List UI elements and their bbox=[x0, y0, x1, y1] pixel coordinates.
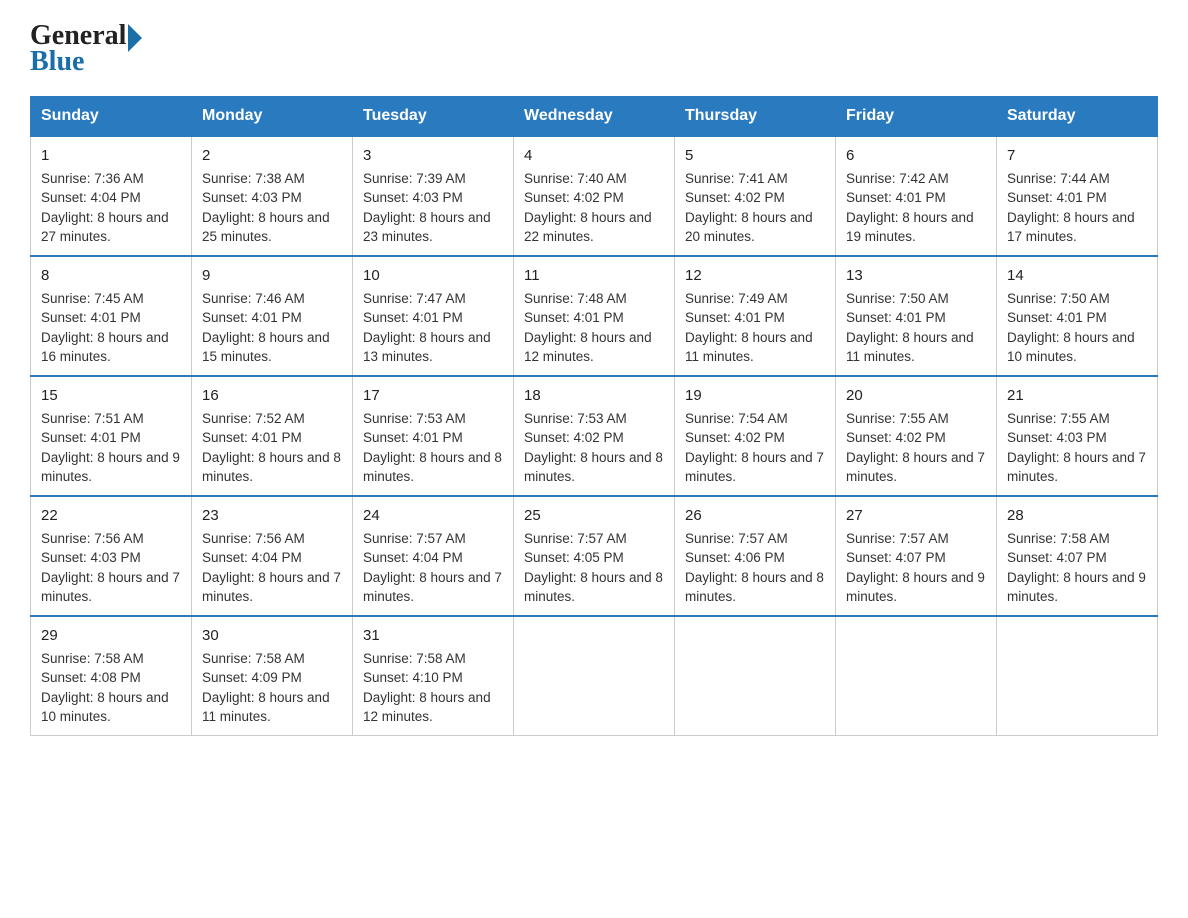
calendar-day-cell: 29Sunrise: 7:58 AMSunset: 4:08 PMDayligh… bbox=[31, 616, 192, 736]
calendar-day-cell: 24Sunrise: 7:57 AMSunset: 4:04 PMDayligh… bbox=[353, 496, 514, 616]
logo-blue-text: Blue bbox=[30, 46, 142, 78]
calendar-table: SundayMondayTuesdayWednesdayThursdayFrid… bbox=[30, 96, 1158, 736]
calendar-week-row: 22Sunrise: 7:56 AMSunset: 4:03 PMDayligh… bbox=[31, 496, 1158, 616]
day-number: 31 bbox=[363, 625, 503, 647]
day-number: 17 bbox=[363, 385, 503, 407]
day-number: 10 bbox=[363, 265, 503, 287]
day-number: 18 bbox=[524, 385, 664, 407]
calendar-day-cell bbox=[514, 616, 675, 736]
day-number: 7 bbox=[1007, 145, 1147, 167]
day-number: 8 bbox=[41, 265, 181, 287]
calendar-header-row: SundayMondayTuesdayWednesdayThursdayFrid… bbox=[31, 97, 1158, 137]
calendar-day-header: Wednesday bbox=[514, 97, 675, 137]
calendar-day-header: Thursday bbox=[675, 97, 836, 137]
calendar-day-cell: 25Sunrise: 7:57 AMSunset: 4:05 PMDayligh… bbox=[514, 496, 675, 616]
calendar-day-cell bbox=[836, 616, 997, 736]
calendar-week-row: 8Sunrise: 7:45 AMSunset: 4:01 PMDaylight… bbox=[31, 256, 1158, 376]
day-number: 15 bbox=[41, 385, 181, 407]
day-number: 2 bbox=[202, 145, 342, 167]
logo: General Blue bbox=[30, 20, 142, 78]
calendar-day-cell: 28Sunrise: 7:58 AMSunset: 4:07 PMDayligh… bbox=[997, 496, 1158, 616]
calendar-week-row: 1Sunrise: 7:36 AMSunset: 4:04 PMDaylight… bbox=[31, 136, 1158, 256]
calendar-day-cell: 10Sunrise: 7:47 AMSunset: 4:01 PMDayligh… bbox=[353, 256, 514, 376]
calendar-day-cell: 13Sunrise: 7:50 AMSunset: 4:01 PMDayligh… bbox=[836, 256, 997, 376]
day-number: 12 bbox=[685, 265, 825, 287]
calendar-day-cell: 30Sunrise: 7:58 AMSunset: 4:09 PMDayligh… bbox=[192, 616, 353, 736]
calendar-day-cell: 23Sunrise: 7:56 AMSunset: 4:04 PMDayligh… bbox=[192, 496, 353, 616]
calendar-day-cell: 3Sunrise: 7:39 AMSunset: 4:03 PMDaylight… bbox=[353, 136, 514, 256]
day-number: 24 bbox=[363, 505, 503, 527]
day-number: 27 bbox=[846, 505, 986, 527]
calendar-day-cell: 8Sunrise: 7:45 AMSunset: 4:01 PMDaylight… bbox=[31, 256, 192, 376]
day-number: 23 bbox=[202, 505, 342, 527]
calendar-day-cell: 22Sunrise: 7:56 AMSunset: 4:03 PMDayligh… bbox=[31, 496, 192, 616]
calendar-week-row: 15Sunrise: 7:51 AMSunset: 4:01 PMDayligh… bbox=[31, 376, 1158, 496]
calendar-day-cell: 7Sunrise: 7:44 AMSunset: 4:01 PMDaylight… bbox=[997, 136, 1158, 256]
calendar-day-cell: 19Sunrise: 7:54 AMSunset: 4:02 PMDayligh… bbox=[675, 376, 836, 496]
day-number: 5 bbox=[685, 145, 825, 167]
day-number: 11 bbox=[524, 265, 664, 287]
calendar-day-header: Saturday bbox=[997, 97, 1158, 137]
day-number: 29 bbox=[41, 625, 181, 647]
calendar-day-cell: 21Sunrise: 7:55 AMSunset: 4:03 PMDayligh… bbox=[997, 376, 1158, 496]
calendar-day-cell bbox=[675, 616, 836, 736]
page-header: General Blue bbox=[30, 20, 1158, 78]
day-number: 25 bbox=[524, 505, 664, 527]
day-number: 20 bbox=[846, 385, 986, 407]
day-number: 1 bbox=[41, 145, 181, 167]
calendar-week-row: 29Sunrise: 7:58 AMSunset: 4:08 PMDayligh… bbox=[31, 616, 1158, 736]
calendar-day-cell bbox=[997, 616, 1158, 736]
calendar-day-cell: 11Sunrise: 7:48 AMSunset: 4:01 PMDayligh… bbox=[514, 256, 675, 376]
calendar-day-cell: 14Sunrise: 7:50 AMSunset: 4:01 PMDayligh… bbox=[997, 256, 1158, 376]
calendar-day-cell: 2Sunrise: 7:38 AMSunset: 4:03 PMDaylight… bbox=[192, 136, 353, 256]
calendar-day-cell: 18Sunrise: 7:53 AMSunset: 4:02 PMDayligh… bbox=[514, 376, 675, 496]
day-number: 13 bbox=[846, 265, 986, 287]
calendar-day-cell: 26Sunrise: 7:57 AMSunset: 4:06 PMDayligh… bbox=[675, 496, 836, 616]
calendar-day-header: Tuesday bbox=[353, 97, 514, 137]
calendar-day-cell: 27Sunrise: 7:57 AMSunset: 4:07 PMDayligh… bbox=[836, 496, 997, 616]
day-number: 22 bbox=[41, 505, 181, 527]
day-number: 9 bbox=[202, 265, 342, 287]
day-number: 28 bbox=[1007, 505, 1147, 527]
calendar-day-cell: 20Sunrise: 7:55 AMSunset: 4:02 PMDayligh… bbox=[836, 376, 997, 496]
calendar-day-header: Sunday bbox=[31, 97, 192, 137]
calendar-day-cell: 17Sunrise: 7:53 AMSunset: 4:01 PMDayligh… bbox=[353, 376, 514, 496]
day-number: 26 bbox=[685, 505, 825, 527]
day-number: 30 bbox=[202, 625, 342, 647]
calendar-day-header: Monday bbox=[192, 97, 353, 137]
day-number: 4 bbox=[524, 145, 664, 167]
calendar-day-cell: 15Sunrise: 7:51 AMSunset: 4:01 PMDayligh… bbox=[31, 376, 192, 496]
calendar-day-cell: 4Sunrise: 7:40 AMSunset: 4:02 PMDaylight… bbox=[514, 136, 675, 256]
calendar-day-header: Friday bbox=[836, 97, 997, 137]
day-number: 14 bbox=[1007, 265, 1147, 287]
calendar-day-cell: 6Sunrise: 7:42 AMSunset: 4:01 PMDaylight… bbox=[836, 136, 997, 256]
calendar-day-cell: 5Sunrise: 7:41 AMSunset: 4:02 PMDaylight… bbox=[675, 136, 836, 256]
calendar-day-cell: 1Sunrise: 7:36 AMSunset: 4:04 PMDaylight… bbox=[31, 136, 192, 256]
day-number: 19 bbox=[685, 385, 825, 407]
day-number: 16 bbox=[202, 385, 342, 407]
day-number: 3 bbox=[363, 145, 503, 167]
calendar-day-cell: 16Sunrise: 7:52 AMSunset: 4:01 PMDayligh… bbox=[192, 376, 353, 496]
calendar-day-cell: 31Sunrise: 7:58 AMSunset: 4:10 PMDayligh… bbox=[353, 616, 514, 736]
day-number: 6 bbox=[846, 145, 986, 167]
calendar-day-cell: 9Sunrise: 7:46 AMSunset: 4:01 PMDaylight… bbox=[192, 256, 353, 376]
day-number: 21 bbox=[1007, 385, 1147, 407]
calendar-day-cell: 12Sunrise: 7:49 AMSunset: 4:01 PMDayligh… bbox=[675, 256, 836, 376]
